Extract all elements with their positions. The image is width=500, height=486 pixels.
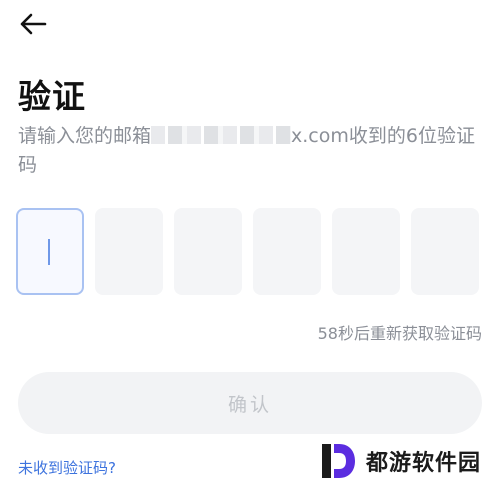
- code-digit-box[interactable]: [253, 208, 321, 295]
- d-logo-icon: [322, 444, 355, 478]
- arrow-left-icon: [20, 13, 47, 35]
- confirm-button[interactable]: 确认: [18, 372, 482, 434]
- code-input-group: [16, 208, 482, 296]
- resend-countdown: 58秒后重新获取验证码: [317, 324, 482, 343]
- email-tail: x.com: [291, 125, 349, 147]
- text-cursor: [48, 239, 50, 265]
- not-received-link[interactable]: 未收到验证码?: [18, 457, 116, 478]
- code-digit-box[interactable]: [174, 208, 242, 295]
- code-digit-box[interactable]: [332, 208, 400, 295]
- code-digit-box[interactable]: [411, 208, 479, 295]
- page-title: 验证: [18, 77, 86, 116]
- code-digit-box[interactable]: [95, 208, 163, 295]
- code-digit-box[interactable]: [16, 208, 84, 295]
- verification-page: 验证 请输入您的邮箱 x.com收到的6位验证码 58秒后重新获取验证码 确认 未…: [0, 0, 500, 486]
- masked-email: [151, 126, 292, 144]
- instruction-text: 请输入您的邮箱 x.com收到的6位验证码: [18, 122, 484, 180]
- back-button[interactable]: [14, 8, 52, 40]
- instruction-prefix: 请输入您的邮箱: [18, 125, 152, 147]
- watermark-text: 都游软件园: [366, 451, 482, 476]
- watermark: 都游软件园: [318, 440, 481, 482]
